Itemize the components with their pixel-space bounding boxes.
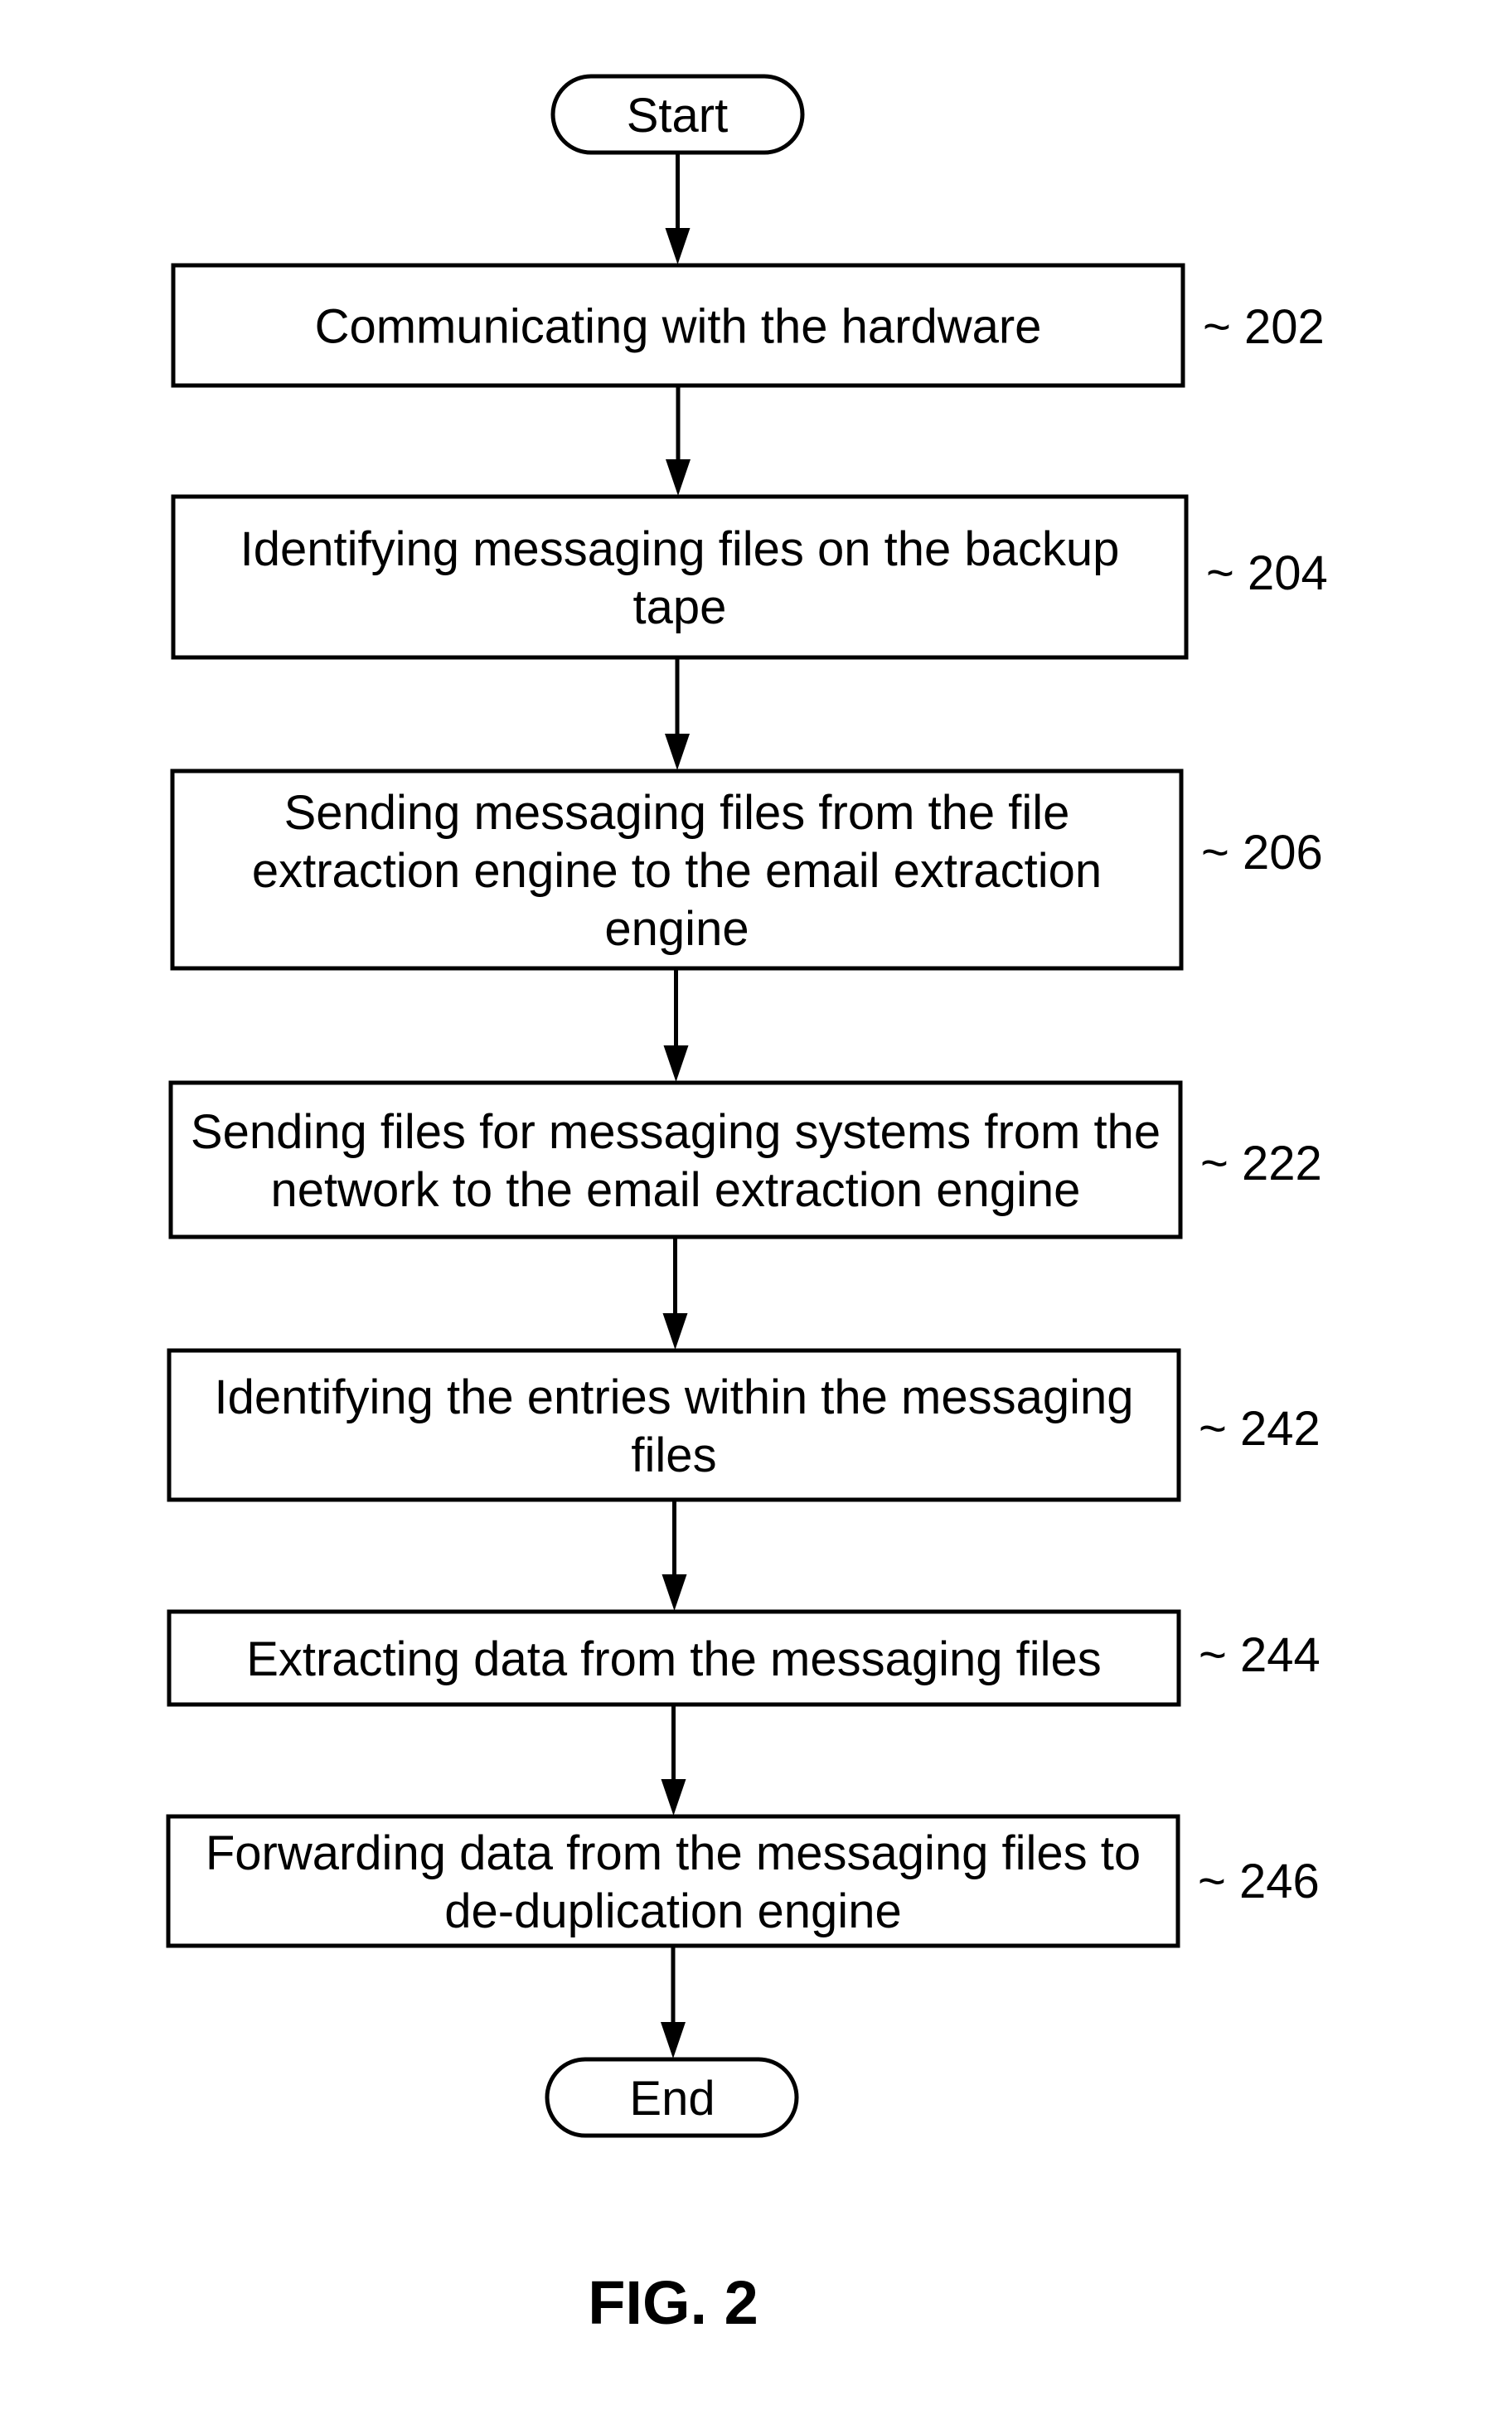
flow-arrow: [662, 1239, 688, 1350]
arrowhead-icon: [662, 1574, 687, 1611]
reference-numeral: ~ 242: [1199, 1402, 1321, 1456]
arrowhead-icon: [666, 459, 691, 496]
process-step-text: engine: [604, 902, 749, 956]
flow-arrow: [662, 1501, 687, 1611]
process-step-text: tape: [633, 580, 727, 634]
process-step-text: Sending messaging files from the file: [284, 786, 1070, 840]
process-steps: Communicating with the hardware ~ 202 Iden…: [166, 263, 1328, 1948]
flow-arrow: [666, 387, 691, 496]
process-step: Sending messaging files from the fileext…: [170, 769, 1323, 971]
arrowhead-icon: [661, 1779, 686, 1816]
arrowhead-icon: [665, 228, 691, 264]
reference-numeral: ~ 204: [1206, 546, 1328, 600]
reference-numeral: ~ 206: [1201, 826, 1323, 880]
process-step-text: Identifying the entries within the messa…: [214, 1370, 1133, 1424]
flowchart-diagram: Start Communicating with the hardware ~ 2…: [166, 74, 1328, 2337]
arrowhead-icon: [665, 734, 690, 770]
process-step: Identifying messaging files on the backu…: [171, 494, 1328, 660]
process-step-text: de-duplication engine: [444, 1884, 901, 1938]
process-step: Extracting data from the messaging files…: [167, 1609, 1321, 1707]
flow-arrow: [661, 1706, 686, 1816]
arrowhead-icon: [662, 1313, 688, 1350]
flow-arrow: [665, 154, 691, 264]
reference-numeral: ~ 202: [1203, 300, 1325, 354]
process-step-text: extraction engine to the email extractio…: [252, 844, 1102, 898]
end-label: End: [629, 2072, 715, 2126]
start-terminal: Start: [550, 74, 805, 155]
process-step-text: Sending files for messaging systems from…: [191, 1105, 1161, 1159]
process-step-text: Extracting data from the messaging files: [246, 1632, 1102, 1686]
process-step-text: Forwarding data from the messaging files…: [206, 1826, 1141, 1880]
flow-arrow: [661, 1947, 686, 2058]
process-step-text: files: [631, 1428, 716, 1482]
start-label: Start: [627, 89, 729, 143]
reference-numeral: ~ 246: [1198, 1855, 1320, 1908]
arrowhead-icon: [661, 2022, 686, 2058]
reference-numeral: ~ 222: [1200, 1137, 1322, 1190]
process-step: Communicating with the hardware ~ 202: [171, 263, 1325, 388]
reference-numeral: ~ 244: [1199, 1628, 1321, 1682]
process-step: Identifying the entries within the messa…: [167, 1348, 1321, 1502]
figure-caption: FIG. 2: [588, 2268, 758, 2337]
arrowhead-icon: [663, 1045, 689, 1082]
flow-arrow: [665, 659, 690, 770]
process-step-text: Communicating with the hardware: [315, 300, 1042, 354]
process-step-text: network to the email extraction engine: [271, 1163, 1081, 1217]
process-step: Sending files for messaging systems from…: [168, 1080, 1322, 1239]
process-step-text: Identifying messaging files on the backu…: [240, 522, 1120, 576]
flow-arrow: [663, 970, 689, 1082]
process-step: Forwarding data from the messaging files…: [166, 1814, 1320, 1948]
end-terminal: End: [545, 2057, 799, 2138]
